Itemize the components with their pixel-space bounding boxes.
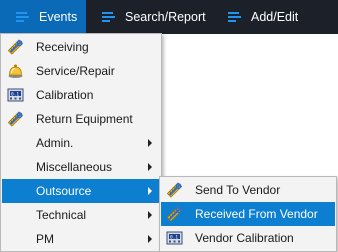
menu-search-report-label: Search/Report <box>125 10 206 24</box>
menu-add-edit-label: Add/Edit <box>251 10 299 24</box>
menu-item-outsource[interactable]: Outsource <box>2 179 160 203</box>
submenu-arrow-icon <box>148 187 152 195</box>
events-dropdown-menu: Receiving Service/Repair Calibration Ret… <box>0 33 162 252</box>
menu-item-label: Received From Vendor <box>195 207 318 221</box>
menu-item-label: Miscellaneous <box>36 160 113 174</box>
menu-item-receiving[interactable]: Receiving <box>2 35 160 59</box>
menu-item-pm[interactable]: PM <box>2 227 160 251</box>
menu-item-label: Outsource <box>36 184 92 198</box>
top-menu-bar: Events Search/Report Add/Edit <box>0 0 338 34</box>
menu-item-technical[interactable]: Technical <box>2 203 160 227</box>
calibration-meter-icon <box>7 87 24 103</box>
submenu-arrow-icon <box>148 235 152 243</box>
menu-events-label: Events <box>39 10 78 24</box>
submenu-arrow-icon <box>148 139 152 147</box>
service-bell-icon <box>7 63 24 79</box>
menu-item-calibration[interactable]: Calibration <box>2 83 160 107</box>
menu-item-send-to-vendor[interactable]: Send To Vendor <box>161 178 335 202</box>
outsource-submenu: Send To Vendor Received From Vendor Vend… <box>159 176 337 252</box>
menu-item-admin[interactable]: Admin. <box>2 131 160 155</box>
menu-item-label: Receiving <box>36 40 89 54</box>
menu-lines-icon <box>228 12 241 22</box>
wrench-ruler-icon <box>166 182 183 198</box>
wrench-ruler-icon <box>166 206 183 222</box>
menu-lines-icon <box>16 12 29 22</box>
menu-item-label: Technical <box>36 208 87 222</box>
menu-add-edit[interactable]: Add/Edit <box>216 0 326 34</box>
menu-item-label: Admin. <box>36 136 74 150</box>
menu-item-return-equipment[interactable]: Return Equipment <box>2 107 160 131</box>
submenu-arrow-icon <box>148 163 152 171</box>
menu-item-label: Vendor Calibration <box>195 231 294 245</box>
menu-search-report[interactable]: Search/Report <box>86 0 216 34</box>
menu-item-label: Return Equipment <box>36 112 133 126</box>
menu-events[interactable]: Events <box>0 0 86 34</box>
wrench-ruler-icon <box>7 39 24 55</box>
menu-item-label: Service/Repair <box>36 64 115 78</box>
wrench-ruler-icon <box>7 111 24 127</box>
calibration-meter-icon <box>166 230 183 246</box>
menu-item-label: Send To Vendor <box>195 183 281 197</box>
menu-item-service-repair[interactable]: Service/Repair <box>2 59 160 83</box>
menu-item-label: PM <box>36 232 54 246</box>
menu-item-label: Calibration <box>36 88 94 102</box>
menu-item-received-from-vendor[interactable]: Received From Vendor <box>161 202 335 226</box>
menu-lines-icon <box>102 12 115 22</box>
menu-item-vendor-calibration[interactable]: Vendor Calibration <box>161 226 335 250</box>
submenu-arrow-icon <box>148 211 152 219</box>
menu-item-miscellaneous[interactable]: Miscellaneous <box>2 155 160 179</box>
